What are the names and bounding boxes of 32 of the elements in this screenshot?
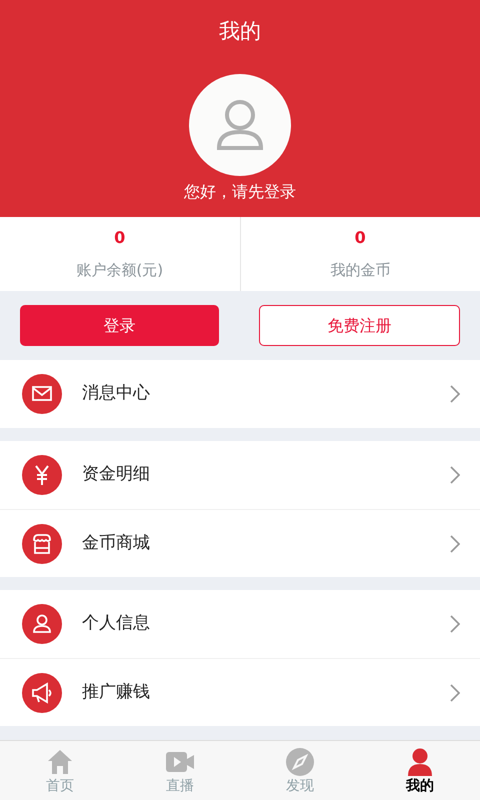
- page-title: 我的: [219, 18, 261, 45]
- menu-label: 资金明细: [82, 463, 151, 486]
- compass-icon: [285, 747, 315, 777]
- stat-label: 我的金币: [330, 260, 390, 280]
- envelope-icon: [22, 374, 62, 414]
- stat-value: 0: [354, 228, 366, 248]
- menu-label: 推广赚钱: [82, 680, 151, 704]
- menu-item[interactable]: 资金明细: [0, 441, 480, 509]
- menu-item[interactable]: 推广赚钱: [0, 658, 480, 726]
- chevron-icon: [450, 466, 460, 484]
- menu-label: 个人信息: [82, 612, 151, 636]
- yen-icon: [22, 455, 62, 495]
- megaphone-icon: [22, 672, 62, 712]
- menu-item[interactable]: 消息中心: [0, 360, 480, 428]
- chevron-icon: [450, 385, 460, 403]
- menu-item[interactable]: 金币商城: [0, 509, 480, 577]
- menu-item[interactable]: 个人信息: [0, 590, 480, 658]
- register-button[interactable]: 免费注册: [259, 305, 460, 346]
- stat-value: 0: [114, 228, 126, 248]
- stat-label: 账户余额(元): [76, 260, 164, 280]
- login-button[interactable]: 登录: [20, 305, 219, 346]
- tab[interactable]: 我的: [360, 741, 480, 800]
- user-icon: [216, 99, 264, 151]
- chevron-icon: [450, 615, 460, 633]
- chevron-icon: [450, 534, 460, 552]
- menu-label: 金币商城: [82, 532, 151, 555]
- menu-label: 消息中心: [82, 382, 151, 406]
- storefront-icon: [22, 524, 62, 564]
- person-icon: [405, 747, 435, 777]
- login-prompt: 您好，请先登录: [184, 181, 296, 203]
- person-icon: [22, 604, 62, 644]
- chevron-icon: [450, 684, 460, 702]
